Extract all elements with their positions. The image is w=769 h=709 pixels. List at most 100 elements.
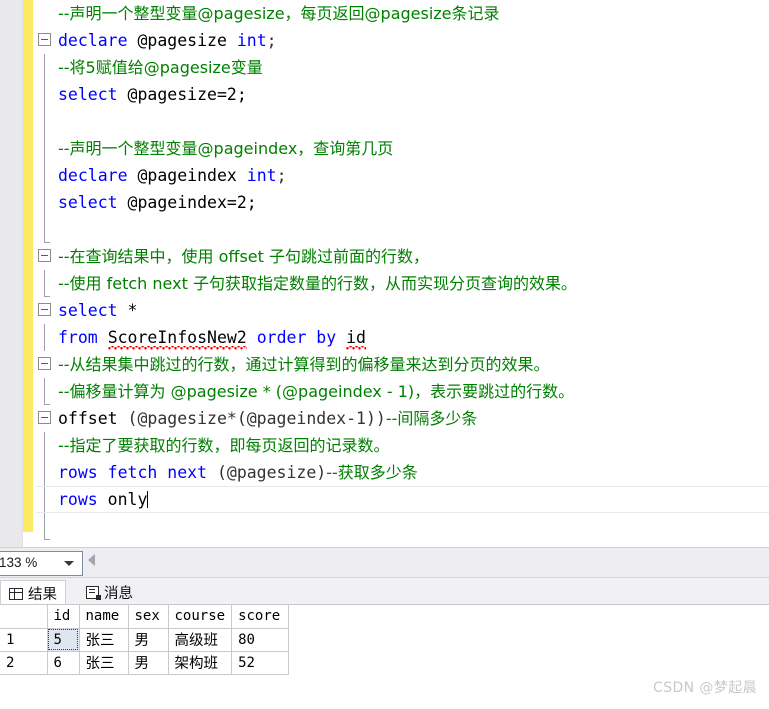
code-token: --从结果集中跳过的行数，通过计算得到的偏移量来达到分页的效果。 xyxy=(58,355,550,374)
table-cell[interactable]: 张三 xyxy=(79,651,129,675)
code-token: id xyxy=(346,328,366,350)
fold-guide-line xyxy=(44,189,45,216)
code-line[interactable]: rows only xyxy=(36,486,769,513)
code-token: @pageindex=2; xyxy=(117,193,257,212)
table-cell[interactable]: 张三 xyxy=(79,628,129,652)
results-table[interactable]: id name sex course score 1 5 张三男高级班 80 2 6 张三男架构班 52 xyxy=(0,605,290,675)
code-token: rows fetch next xyxy=(58,463,208,482)
table-cell[interactable]: 架构班 xyxy=(168,651,233,675)
code-line[interactable]: --偏移量计算为 @pagesize * (@pageindex - 1)，表示… xyxy=(36,378,769,405)
row-header-cell[interactable]: 1 xyxy=(0,628,48,652)
code-line[interactable]: --声明一个整型变量@pagesize，每页返回@pagesize条记录 xyxy=(36,0,769,27)
zoom-level-combobox[interactable]: 133 % xyxy=(0,551,83,576)
fold-collapse-icon[interactable] xyxy=(38,357,51,370)
code-token: declare xyxy=(58,31,128,50)
table-cell[interactable]: 6 xyxy=(47,651,80,675)
fold-guide-line xyxy=(44,513,50,540)
table-cell[interactable]: 男 xyxy=(128,651,169,675)
table-cell[interactable]: 5 xyxy=(47,628,80,652)
row-header-cell[interactable]: 2 xyxy=(0,651,48,675)
fold-collapse-icon[interactable] xyxy=(38,411,51,424)
code-line[interactable]: --指定了要获取的行数，即每页返回的记录数。 xyxy=(36,432,769,459)
editor-indicator-margin xyxy=(0,0,23,547)
code-token: @pagesize=2; xyxy=(117,85,247,104)
column-header-id[interactable]: id xyxy=(47,605,80,629)
fold-guide-line xyxy=(44,324,45,351)
fold-guide-line xyxy=(44,270,50,297)
code-line[interactable]: --声明一个整型变量@pageindex，查询第几页 xyxy=(36,135,769,162)
code-line[interactable]: select @pageindex=2; xyxy=(36,189,769,216)
sql-editor[interactable]: --声明一个整型变量@pagesize，每页返回@pagesize条记录 decl… xyxy=(0,0,769,547)
horizontal-scrollbar[interactable] xyxy=(104,553,769,571)
code-token: --在查询结果中，使用 offset 子句跳过前面的行数， xyxy=(58,247,429,266)
code-token: select xyxy=(58,85,118,104)
code-token: --将5赋值给@pagesize变量 xyxy=(58,58,263,77)
code-token: ; xyxy=(266,31,277,50)
code-token: --间隔多少条 xyxy=(385,409,478,428)
grid-corner-cell[interactable] xyxy=(0,605,48,629)
editor-change-bar xyxy=(23,0,33,532)
scroll-left-arrow-icon[interactable] xyxy=(88,554,95,566)
fold-collapse-icon[interactable] xyxy=(38,33,51,46)
code-token: offset xyxy=(58,409,118,428)
tab-messages[interactable]: 消息 xyxy=(78,580,141,605)
fold-guide-line xyxy=(44,135,45,162)
column-header-score[interactable]: score xyxy=(231,605,290,629)
column-header-course[interactable]: course xyxy=(168,605,233,629)
code-token: * xyxy=(117,301,138,320)
code-line[interactable]: --使用 fetch next 子句获取指定数量的行数，从而实现分页查询的效果。 xyxy=(36,270,769,297)
editor-bottom-bar: 133 % xyxy=(0,547,769,578)
fold-collapse-icon[interactable] xyxy=(38,249,51,262)
table-cell[interactable]: 高级班 xyxy=(168,628,233,652)
code-token: ; xyxy=(276,166,287,185)
fold-guide-line xyxy=(44,459,45,486)
tab-messages-label: 消息 xyxy=(104,586,133,602)
message-icon xyxy=(86,586,101,600)
table-header-row: id name sex course score xyxy=(0,605,290,629)
code-line[interactable]: from ScoreInfosNew2 order by id xyxy=(36,324,769,351)
code-line[interactable] xyxy=(36,216,769,243)
results-grid[interactable]: id name sex course score 1 5 张三男高级班 80 2 6 张三男架构班 52 xyxy=(0,604,769,680)
column-header-name[interactable]: name xyxy=(79,605,129,629)
code-token: --获取多少条 xyxy=(326,463,418,482)
fold-guide-line xyxy=(44,216,50,243)
table-cell[interactable]: 52 xyxy=(231,651,290,675)
tab-results-label: 结果 xyxy=(28,587,57,603)
code-token: --使用 fetch next 子句获取指定数量的行数，从而实现分页查询的效果。 xyxy=(58,274,577,293)
code-token: (@pagesize*(@pageindex-1)) xyxy=(117,409,386,428)
code-line[interactable]: --从结果集中跳过的行数，通过计算得到的偏移量来达到分页的效果。 xyxy=(36,351,769,378)
code-token: int xyxy=(246,166,277,185)
code-token: @pagesize xyxy=(127,31,237,50)
zoom-level-value: 133 % xyxy=(0,555,38,570)
fold-guide-line xyxy=(44,108,45,135)
code-line[interactable]: --将5赋值给@pagesize变量 xyxy=(36,54,769,81)
code-line[interactable] xyxy=(36,513,769,540)
code-token: only xyxy=(97,490,148,509)
code-token: --偏移量计算为 @pagesize * (@pageindex - 1)，表示… xyxy=(58,382,575,401)
code-line[interactable]: select * xyxy=(36,297,769,324)
table-row[interactable]: 1 5 张三男高级班 80 xyxy=(0,628,290,652)
code-line[interactable]: declare @pagesize int; xyxy=(36,27,769,54)
grid-icon xyxy=(9,587,23,600)
code-token: (@pagesize) xyxy=(207,463,327,482)
code-line[interactable]: declare @pageindex int; xyxy=(36,162,769,189)
code-line[interactable] xyxy=(36,108,769,135)
code-line[interactable]: rows fetch next (@pagesize)--获取多少条 xyxy=(36,459,769,486)
column-header-sex[interactable]: sex xyxy=(128,605,169,629)
fold-guide-line xyxy=(44,162,45,189)
tab-results[interactable]: 结果 xyxy=(0,580,66,606)
fold-collapse-icon[interactable] xyxy=(38,303,51,316)
code-line[interactable]: offset (@pagesize*(@pageindex-1))--间隔多少条 xyxy=(36,405,769,432)
code-token: rows xyxy=(58,490,98,509)
fold-guide-line xyxy=(44,54,45,81)
code-token: select xyxy=(58,193,118,212)
table-cell[interactable]: 男 xyxy=(128,628,169,652)
results-tab-strip[interactable]: 结果 消息 xyxy=(0,577,769,606)
table-row[interactable]: 2 6 张三男架构班 52 xyxy=(0,651,290,675)
editor-code-area[interactable]: --声明一个整型变量@pagesize，每页返回@pagesize条记录 decl… xyxy=(36,0,769,547)
code-line[interactable]: --在查询结果中，使用 offset 子句跳过前面的行数， xyxy=(36,243,769,270)
chevron-down-icon[interactable] xyxy=(64,561,74,566)
table-cell[interactable]: 80 xyxy=(231,628,290,652)
code-line[interactable]: select @pagesize=2; xyxy=(36,81,769,108)
code-token: declare xyxy=(58,166,128,185)
